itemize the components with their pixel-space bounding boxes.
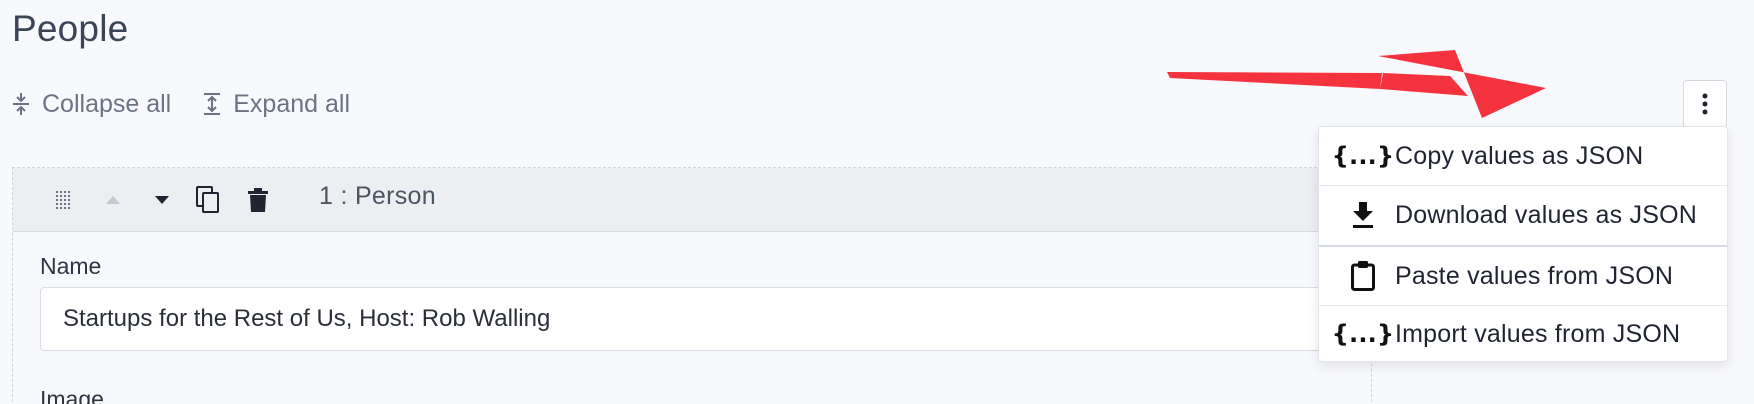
menu-item-paste-json[interactable]: Paste values from JSON	[1319, 247, 1727, 305]
collapse-all-label: Collapse all	[42, 89, 172, 118]
duplicate-button[interactable]	[193, 168, 223, 232]
item-title: 1 : Person	[319, 182, 436, 210]
image-field-label: Image	[40, 386, 104, 404]
expand-icon	[204, 93, 221, 115]
page-title: People	[12, 8, 129, 49]
braces-icon: {...}	[1331, 320, 1395, 348]
name-field[interactable]	[40, 287, 1370, 351]
collapse-icon	[13, 93, 29, 115]
drag-handle[interactable]	[49, 168, 77, 232]
copy-icon	[196, 186, 219, 213]
annotation-arrow-icon	[1167, 50, 1546, 118]
caret-down-icon	[155, 196, 169, 204]
move-down-button[interactable]	[150, 168, 174, 232]
list-toolbar: Collapse all Expand all	[12, 86, 382, 122]
collapse-all-button[interactable]: Collapse all	[12, 90, 171, 119]
clipboard-icon	[1347, 261, 1379, 291]
menu-item-label: Copy values as JSON	[1395, 141, 1644, 170]
options-dropdown-menu: {...} Copy values as JSON Download value…	[1318, 126, 1728, 362]
menu-item-copy-json[interactable]: {...} Copy values as JSON	[1319, 127, 1727, 185]
caret-up-icon	[106, 196, 120, 204]
delete-button[interactable]	[243, 168, 273, 232]
drag-grid-icon	[56, 191, 70, 209]
person-item-card: 1 : Person Name Image	[12, 167, 1372, 404]
expand-all-label: Expand all	[233, 89, 350, 118]
vertical-dots-icon	[1702, 93, 1708, 115]
name-field-label: Name	[40, 253, 102, 279]
menu-item-label: Paste values from JSON	[1395, 261, 1674, 290]
move-up-button[interactable]	[101, 168, 125, 232]
trash-icon	[248, 188, 268, 212]
menu-item-label: Download values as JSON	[1395, 200, 1697, 229]
menu-item-label: Import values from JSON	[1395, 319, 1681, 348]
download-icon	[1347, 202, 1379, 228]
menu-item-download-json[interactable]: Download values as JSON	[1319, 186, 1727, 244]
expand-all-button[interactable]: Expand all	[203, 90, 350, 119]
menu-item-import-json[interactable]: {...} Import values from JSON	[1319, 305, 1727, 363]
more-options-button[interactable]	[1683, 80, 1727, 128]
braces-icon: {...}	[1331, 142, 1395, 170]
item-header: 1 : Person	[13, 168, 1371, 232]
